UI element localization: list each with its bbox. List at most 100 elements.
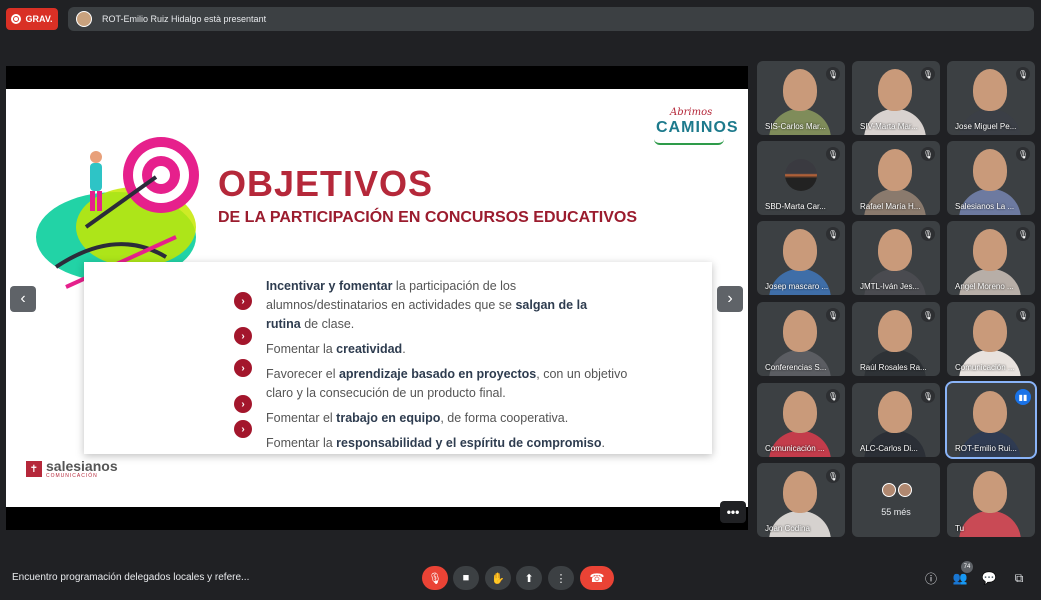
participant-name: Comunicación ... (765, 444, 825, 453)
participant-tile[interactable]: 🎙 Comunicación ... (947, 302, 1035, 376)
participant-tile[interactable]: 🎙 Rafael María H... (852, 141, 940, 215)
participant-tile[interactable]: Tu (947, 463, 1035, 537)
hand-icon: ✋ (491, 572, 505, 585)
presenting-text: ROT-Emilio Ruiz Hidalgo està presentant (102, 14, 267, 24)
previous-slide-button[interactable]: ‹ (10, 286, 36, 312)
chat-button[interactable]: 💬 (980, 569, 998, 587)
mic-muted-icon: 🎙 (1016, 147, 1030, 161)
mic-muted-icon: 🎙 (921, 147, 935, 161)
participant-tile[interactable]: 🎙 Joan Codina (757, 463, 845, 537)
presentation-more-button[interactable]: ••• (720, 501, 746, 523)
participant-name: Josep mascaro ... (765, 282, 829, 291)
more-vertical-icon: ⋮ (555, 572, 567, 585)
next-slide-button[interactable]: › (717, 286, 743, 312)
participant-tile[interactable]: 🎙 Comunicación ... (757, 383, 845, 457)
participant-face (783, 310, 817, 352)
participant-tile[interactable]: 🎙 SIS-Carlos Mar... (757, 61, 845, 135)
presenting-banner: ROT-Emilio Ruiz Hidalgo està presentant (68, 7, 1034, 31)
participant-tile[interactable]: 🎙 SBD-Marta Car... (757, 141, 845, 215)
bullet-icon: › (234, 359, 252, 377)
activities-button[interactable]: ⧉ (1010, 569, 1028, 587)
participant-face (878, 391, 912, 433)
more-options-button[interactable]: ⋮ (548, 566, 574, 590)
speaking-indicator-icon: ▮▮ (1015, 389, 1031, 405)
more-participants-tile[interactable]: 55 més (852, 463, 940, 537)
objective-line: Incentivar y fomentar la participación d… (266, 279, 517, 293)
people-count-badge: 74 (961, 561, 973, 573)
phone-hangup-icon: ☎ (589, 571, 605, 585)
participant-avatar-image (785, 159, 817, 191)
more-participants-label: 55 més (881, 507, 911, 517)
brand-name: salesianos (46, 458, 118, 474)
mic-off-icon: 🎙 (428, 572, 442, 585)
mic-muted-icon: 🎙 (826, 147, 840, 161)
participant-name: Tu (955, 524, 965, 533)
shapes-icon: ⧉ (1014, 570, 1024, 585)
participant-name: Angel Moreno ... (955, 282, 1014, 291)
camera-toggle-button[interactable]: ■ (453, 566, 479, 590)
abrimos-caminos-logo: Abrimos CAMINOS (650, 107, 738, 149)
salesianos-logo: ✝ salesianos COMUNICACIÓN (26, 459, 118, 479)
mic-muted-icon: 🎙 (826, 227, 840, 241)
bullet-icon: › (234, 420, 252, 438)
participant-face (878, 69, 912, 111)
people-icon: 👥 (952, 571, 968, 585)
participant-avatars (882, 483, 912, 497)
participant-tile[interactable]: 🎙 ALC-Carlos Di... (852, 383, 940, 457)
chat-icon: 💬 (981, 571, 997, 585)
logo-caps-text: CAMINOS (656, 119, 739, 136)
recording-badge[interactable]: GRAV. (6, 8, 58, 30)
participant-tile[interactable]: 🎙 JMTL-Iván Jes... (852, 221, 940, 295)
participant-name: ROT-Emilio Rui... (955, 444, 1017, 453)
participant-name: SIV-Marta Mar... (860, 122, 918, 131)
participant-face (878, 229, 912, 271)
participant-tile[interactable]: 🎙 Jose Miguel Pe... (947, 61, 1035, 135)
mic-muted-icon: 🎙 (826, 67, 840, 81)
participant-tile[interactable]: 🎙 Conferencias S... (757, 302, 845, 376)
objective-line: Fomentar el trabajo en equipo, de forma … (266, 411, 569, 425)
participant-name: Raúl Rosales Ra... (860, 363, 927, 372)
participant-face (783, 391, 817, 433)
salesianos-mark: ✝ (26, 461, 42, 477)
participant-face (973, 391, 1007, 433)
participant-face (878, 149, 912, 191)
raise-hand-button[interactable]: ✋ (485, 566, 511, 590)
objective-line: Favorecer el aprendizaje basado en proye… (266, 367, 628, 381)
participant-face (973, 310, 1007, 352)
participant-tile[interactable]: 🎙 SIV-Marta Mar... (852, 61, 940, 135)
participant-face (973, 149, 1007, 191)
objective-line: rutina de clase. (266, 317, 355, 331)
participant-tile[interactable]: 🎙 Josep mascaro ... (757, 221, 845, 295)
present-screen-button[interactable]: ⬆ (516, 566, 542, 590)
participant-tile[interactable]: 🎙 Salesianos La ... (947, 141, 1035, 215)
participant-name: SIS-Carlos Mar... (765, 122, 826, 131)
participant-name: Comunicación ... (955, 363, 1015, 372)
meeting-details-button[interactable]: ⓘ (922, 569, 940, 587)
participant-face (973, 229, 1007, 271)
participant-face (783, 69, 817, 111)
participant-tile[interactable]: 🎙 Angel Moreno ... (947, 221, 1035, 295)
logo-script-text: Abrimos (670, 107, 713, 118)
participant-face (783, 229, 817, 271)
mic-muted-icon: 🎙 (1016, 67, 1030, 81)
participant-name: Joan Codina (765, 524, 810, 533)
presenter-avatar (76, 11, 92, 27)
participant-tile[interactable]: 🎙 Raúl Rosales Ra... (852, 302, 940, 376)
mic-muted-icon: 🎙 (1016, 308, 1030, 322)
leave-call-button[interactable]: ☎ (580, 566, 614, 590)
participant-tile[interactable]: ▮▮ ROT-Emilio Rui... (945, 381, 1037, 459)
microphone-toggle-button[interactable]: 🎙 (422, 566, 448, 590)
mic-muted-icon: 🎙 (1016, 227, 1030, 241)
participant-face (973, 69, 1007, 111)
objective-line: Fomentar la creatividad. (266, 342, 406, 356)
info-icon: ⓘ (924, 571, 937, 586)
participant-face (783, 471, 817, 513)
bullet-icon: › (234, 395, 252, 413)
bullet-icon: › (234, 327, 252, 345)
chevron-left-icon: ‹ (20, 290, 26, 307)
participant-name: Conferencias S... (765, 363, 827, 372)
participant-face (878, 310, 912, 352)
present-icon: ⬆ (524, 572, 534, 585)
slide-title: OBJETIVOS (218, 163, 434, 204)
slide-subtitle: DE LA PARTICIPACIÓN EN CONCURSOS EDUCATI… (218, 209, 637, 226)
